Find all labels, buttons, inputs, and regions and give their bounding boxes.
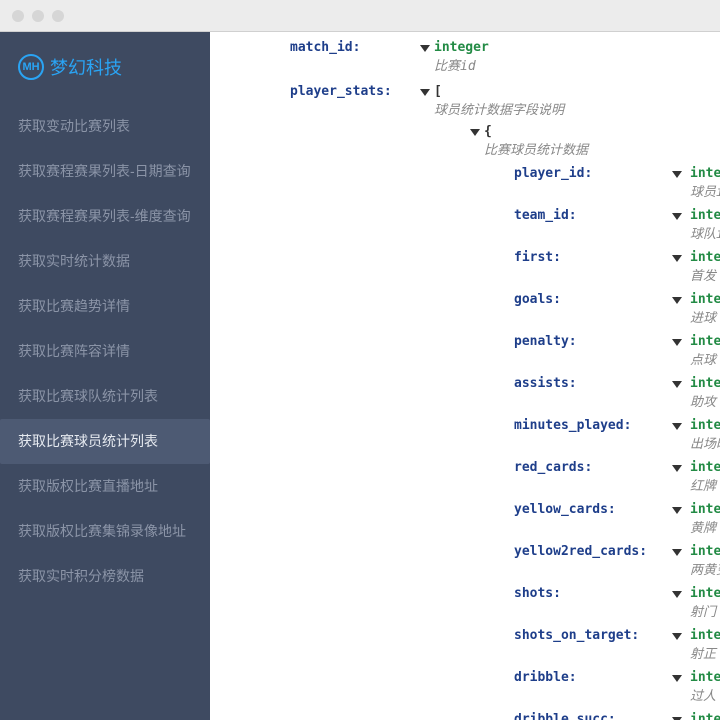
field-player-stats[interactable]: player_stats: [ 球员统计数据字段说明 { 比赛球员统计数据 <box>290 84 720 720</box>
caret-down-icon[interactable] <box>420 89 430 96</box>
schema-field-6[interactable]: minutes_played:integer <box>514 418 720 433</box>
schema-field-12[interactable]: dribble:integer <box>514 670 720 685</box>
caret-down-icon[interactable] <box>672 675 682 682</box>
caret-down-icon[interactable] <box>672 423 682 430</box>
traffic-light-minimize[interactable] <box>32 10 44 22</box>
schema-field-desc-3: 进球 <box>690 307 720 326</box>
brand-logo[interactable]: MH 梦幻科技 <box>0 50 210 104</box>
sidebar-item-1[interactable]: 获取赛程赛果列表-日期查询 <box>0 149 210 194</box>
schema-field-desc-10: 射门 <box>690 601 720 620</box>
caret-down-icon[interactable] <box>672 339 682 346</box>
schema-field-desc-9: 两黄变红 <box>690 559 720 578</box>
caret-down-icon[interactable] <box>470 129 480 136</box>
sidebar-item-5[interactable]: 获取比赛阵容详情 <box>0 329 210 374</box>
caret-down-icon[interactable] <box>672 297 682 304</box>
schema-field-desc-1: 球队id <box>690 223 720 242</box>
sidebar-item-10[interactable]: 获取实时积分榜数据 <box>0 554 210 599</box>
sidebar: MH 梦幻科技 获取变动比赛列表获取赛程赛果列表-日期查询获取赛程赛果列表-维度… <box>0 32 210 720</box>
schema-field-desc-4: 点球 <box>690 349 720 368</box>
traffic-light-zoom[interactable] <box>52 10 64 22</box>
sidebar-item-8[interactable]: 获取版权比赛直播地址 <box>0 464 210 509</box>
caret-down-icon[interactable] <box>672 633 682 640</box>
traffic-light-close[interactable] <box>12 10 24 22</box>
caret-down-icon[interactable] <box>420 45 430 52</box>
caret-down-icon[interactable] <box>672 465 682 472</box>
schema-field-desc-8: 黄牌 <box>690 517 720 536</box>
sidebar-item-7[interactable]: 获取比赛球员统计列表 <box>0 419 210 464</box>
schema-field-7[interactable]: red_cards:integer <box>514 460 720 475</box>
logo-icon: MH <box>18 54 44 80</box>
window-titlebar <box>0 0 720 32</box>
sidebar-item-9[interactable]: 获取版权比赛集锦录像地址 <box>0 509 210 554</box>
schema-field-11[interactable]: shots_on_target:integer <box>514 628 720 643</box>
caret-down-icon[interactable] <box>672 381 682 388</box>
main-content: match_id: integer 比赛id player_stats: [ <box>210 32 720 720</box>
schema-field-1[interactable]: team_id:integer <box>514 208 720 223</box>
schema-field-8[interactable]: yellow_cards:integer <box>514 502 720 517</box>
schema-field-desc-5: 助攻 <box>690 391 720 410</box>
schema-tree: match_id: integer 比赛id player_stats: [ <box>210 40 720 720</box>
caret-down-icon[interactable] <box>672 507 682 514</box>
nav-list: 获取变动比赛列表获取赛程赛果列表-日期查询获取赛程赛果列表-维度查询获取实时统计… <box>0 104 210 599</box>
schema-field-13[interactable]: dribble_succ:integer <box>514 712 720 720</box>
field-match-id[interactable]: match_id: integer 比赛id <box>290 40 720 74</box>
caret-down-icon[interactable] <box>672 591 682 598</box>
sidebar-item-3[interactable]: 获取实时统计数据 <box>0 239 210 284</box>
schema-field-desc-11: 射正 <box>690 643 720 662</box>
sidebar-item-4[interactable]: 获取比赛趋势详情 <box>0 284 210 329</box>
schema-field-2[interactable]: first:integer <box>514 250 720 265</box>
schema-field-desc-0: 球员id <box>690 181 720 200</box>
schema-field-3[interactable]: goals:integer <box>514 292 720 307</box>
sidebar-item-2[interactable]: 获取赛程赛果列表-维度查询 <box>0 194 210 239</box>
schema-field-9[interactable]: yellow2red_cards:integer <box>514 544 720 559</box>
schema-field-0[interactable]: player_id:integer <box>514 166 720 181</box>
caret-down-icon[interactable] <box>672 213 682 220</box>
sidebar-item-6[interactable]: 获取比赛球队统计列表 <box>0 374 210 419</box>
sidebar-item-0[interactable]: 获取变动比赛列表 <box>0 104 210 149</box>
schema-field-desc-2: 首发 <box>690 265 720 284</box>
schema-field-5[interactable]: assists:integer <box>514 376 720 391</box>
schema-field-4[interactable]: penalty:integer <box>514 334 720 349</box>
schema-field-desc-12: 过人 <box>690 685 720 704</box>
caret-down-icon[interactable] <box>672 549 682 556</box>
schema-field-desc-7: 红牌 <box>690 475 720 494</box>
caret-down-icon[interactable] <box>672 171 682 178</box>
schema-field-10[interactable]: shots:integer <box>514 586 720 601</box>
caret-down-icon[interactable] <box>672 255 682 262</box>
brand-name: 梦幻科技 <box>50 54 122 80</box>
schema-field-desc-6: 出场时间(分钟 <box>690 433 720 452</box>
